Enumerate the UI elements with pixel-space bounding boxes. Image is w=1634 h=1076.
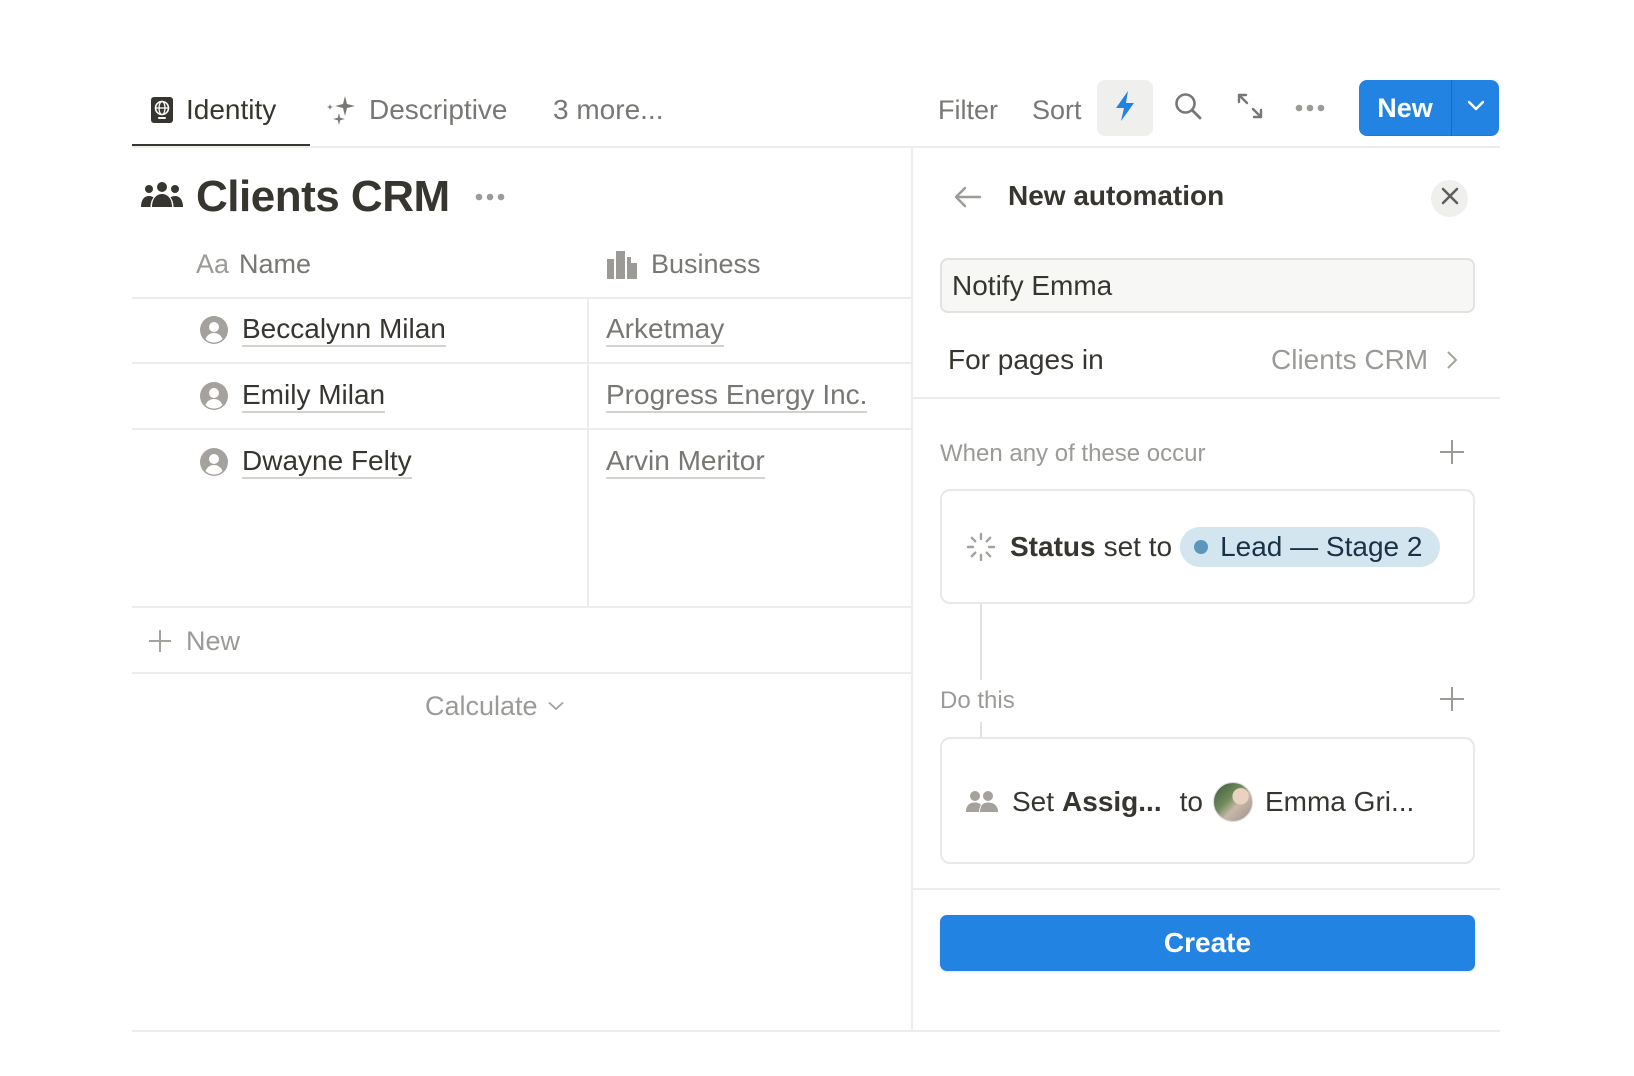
row-divider	[132, 428, 912, 430]
status-value: Lead — Stage 2	[1220, 531, 1423, 562]
action-verb: Set	[1012, 786, 1055, 817]
action-section-label: Do this	[940, 687, 1015, 714]
row-divider	[132, 297, 912, 299]
new-button[interactable]: New	[1359, 80, 1452, 136]
tab-label: Identity	[186, 94, 277, 125]
panel-title: New automation	[1008, 180, 1225, 211]
search-icon	[1173, 91, 1203, 126]
more-horizontal-icon	[1295, 99, 1325, 117]
search-button[interactable]	[1160, 80, 1216, 136]
table-row-business[interactable]: Arketmay	[606, 308, 725, 352]
automation-name-input[interactable]	[940, 258, 1475, 313]
client-name: Emily Milan	[242, 379, 386, 413]
trigger-connector: set to	[1103, 531, 1173, 562]
chevron-down-icon	[547, 701, 564, 711]
for-pages-selector[interactable]: Clients CRM	[1271, 340, 1458, 380]
plus-icon	[1439, 439, 1465, 470]
tab-more[interactable]: 3 more...	[553, 88, 663, 132]
sparkles-icon	[325, 95, 357, 125]
person-icon	[200, 448, 228, 476]
lightning-icon	[1114, 90, 1136, 127]
business-name: Arvin Meritor	[606, 445, 765, 479]
person-icon	[200, 382, 228, 410]
add-new-row-button[interactable]: New	[148, 620, 240, 662]
column-header-name[interactable]: Aa Name	[196, 244, 311, 284]
more-horizontal-icon	[475, 188, 505, 206]
client-name: Beccalynn Milan	[242, 313, 446, 347]
tab-identity[interactable]: Identity	[150, 88, 276, 132]
expand-button[interactable]	[1222, 80, 1278, 136]
table-row-business[interactable]: Arvin Meritor	[606, 440, 765, 484]
bottom-divider	[132, 1030, 1500, 1032]
close-icon	[1441, 187, 1459, 210]
column-label: Business	[651, 248, 761, 279]
tab-label: Descriptive	[369, 94, 508, 125]
add-new-label: New	[186, 625, 241, 656]
business-name: Arketmay	[606, 313, 725, 347]
plus-icon	[1439, 686, 1465, 717]
trigger-section-label: When any of these occur	[940, 440, 1206, 467]
action-card[interactable]: Set Assig... to Emma Gri...	[940, 737, 1475, 864]
action-connector: to	[1179, 786, 1203, 817]
people-icon	[966, 790, 998, 814]
row-divider	[132, 362, 912, 364]
row-divider	[132, 606, 912, 608]
action-person[interactable]: Emma Gri...	[1265, 786, 1414, 818]
column-header-business[interactable]: Business	[607, 244, 761, 284]
database-more-button[interactable]	[472, 185, 508, 209]
column-label: Name	[239, 248, 312, 279]
new-button-group: New	[1359, 80, 1499, 136]
add-action-button[interactable]	[1434, 683, 1470, 719]
sort-button[interactable]: Sort	[1032, 88, 1082, 132]
panel-divider	[911, 147, 913, 1031]
trigger-card[interactable]: Status set to Lead — Stage 2	[940, 489, 1475, 604]
close-button[interactable]	[1431, 180, 1468, 217]
business-name: Progress Energy Inc.	[606, 379, 868, 413]
avatar	[1212, 782, 1253, 822]
plus-icon	[148, 629, 172, 653]
person-icon	[200, 316, 228, 344]
flow-connector	[980, 604, 982, 680]
chevron-down-icon	[1467, 99, 1485, 117]
tab-label: 3 more...	[553, 94, 664, 125]
panel-section-divider	[913, 397, 1500, 399]
expand-arrows-icon	[1236, 92, 1264, 125]
header-divider	[132, 146, 1500, 148]
add-trigger-button[interactable]	[1434, 436, 1470, 472]
table-row-name[interactable]: Emily Milan	[200, 374, 386, 418]
panel-footer-divider	[913, 888, 1500, 890]
more-options-button[interactable]	[1282, 80, 1338, 136]
status-dot	[1194, 540, 1209, 554]
for-pages-label: For pages in	[948, 344, 1104, 375]
passport-icon	[150, 96, 174, 124]
text-type-icon: Aa	[196, 248, 230, 279]
filter-button[interactable]: Filter	[938, 88, 998, 132]
database-title[interactable]: Clients CRM	[196, 172, 450, 222]
calculate-dropdown[interactable]: Calculate	[425, 686, 564, 726]
action-property: Assig...	[1062, 786, 1162, 817]
calculate-label: Calculate	[425, 690, 538, 721]
flow-connector	[980, 722, 982, 738]
people-group-icon	[141, 181, 183, 214]
trigger-property: Status	[1010, 531, 1096, 562]
create-button[interactable]: Create	[940, 915, 1475, 971]
arrow-left-icon	[954, 186, 982, 213]
table-row-name[interactable]: Dwayne Felty	[200, 440, 412, 484]
table-row-business[interactable]: Progress Energy Inc.	[606, 374, 868, 418]
new-dropdown-button[interactable]	[1452, 80, 1499, 136]
row-divider	[132, 672, 912, 674]
tab-descriptive[interactable]: Descriptive	[325, 88, 507, 132]
status-badge[interactable]: Lead — Stage 2	[1180, 527, 1441, 567]
for-pages-value: Clients CRM	[1271, 344, 1429, 375]
automations-button[interactable]	[1097, 80, 1153, 136]
client-name: Dwayne Felty	[242, 445, 412, 479]
table-row-name[interactable]: Beccalynn Milan	[200, 308, 446, 352]
building-icon	[607, 249, 637, 279]
back-button[interactable]	[950, 183, 986, 215]
column-divider	[587, 297, 589, 607]
status-loader-icon	[966, 532, 996, 562]
chevron-right-icon	[1446, 350, 1458, 370]
